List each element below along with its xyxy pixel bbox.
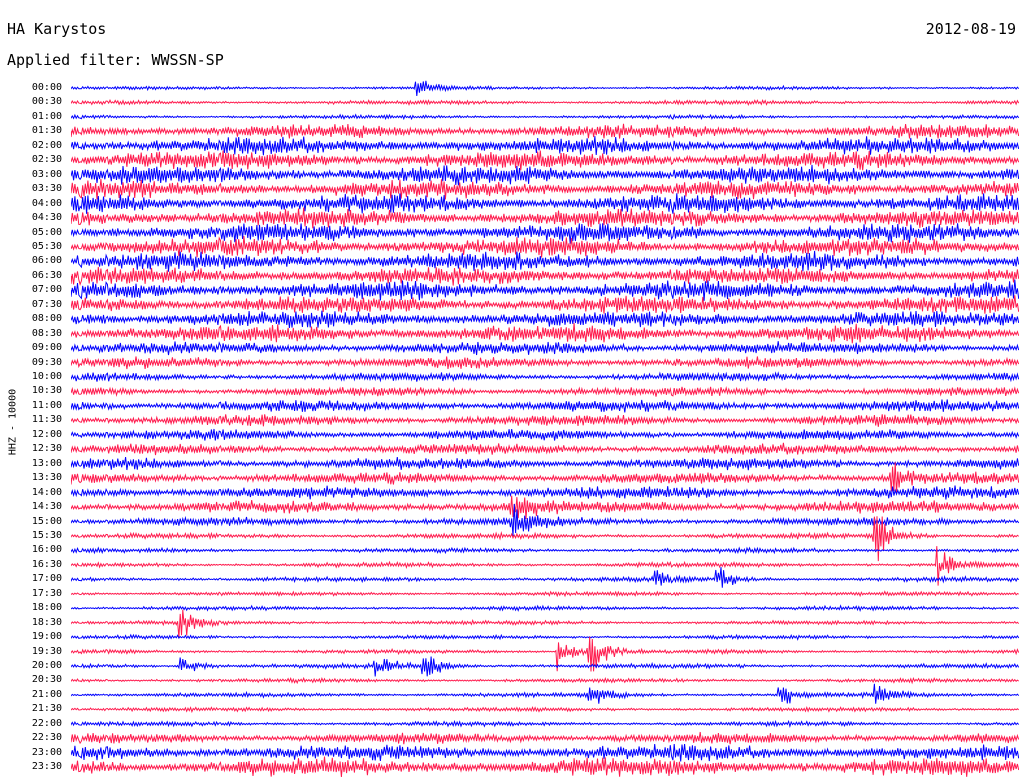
trace-1330 [71, 462, 1019, 494]
trace-0030 [71, 98, 1019, 107]
trace-1300 [71, 457, 1019, 471]
time-label: 00:00 [31, 82, 62, 93]
time-label: 20:00 [31, 660, 62, 671]
trace-0630 [71, 266, 1019, 286]
trace-0900 [71, 341, 1019, 356]
time-label: 17:00 [31, 573, 62, 585]
time-label: 21:30 [31, 703, 62, 715]
time-label: 07:30 [31, 298, 62, 310]
trace-1700 [71, 567, 1019, 588]
time-label: 23:00 [31, 746, 62, 758]
trace-0700 [71, 279, 1019, 301]
trace-0430 [71, 207, 1019, 229]
time-label: 21:00 [31, 688, 62, 700]
time-label: 18:30 [31, 616, 62, 628]
trace-1230 [71, 442, 1019, 456]
trace-1800 [71, 604, 1019, 612]
time-label: 09:30 [31, 356, 62, 368]
time-label: 16:30 [31, 558, 62, 570]
time-label: 05:00 [31, 226, 62, 238]
trace-1400 [71, 485, 1019, 500]
trace-1030 [71, 386, 1019, 397]
trace-1130 [71, 414, 1019, 427]
trace-0100 [71, 113, 1019, 121]
time-label: 03:00 [31, 168, 62, 180]
time-label: 13:00 [31, 457, 62, 469]
time-label: 22:30 [31, 732, 62, 744]
time-label: 00:30 [31, 96, 62, 108]
time-label: 12:00 [31, 428, 62, 440]
trace-1900 [71, 633, 1019, 641]
time-label: 10:30 [31, 385, 62, 397]
time-label: 18:00 [31, 602, 62, 614]
trace-0530 [71, 235, 1019, 258]
time-label: 17:30 [31, 587, 62, 599]
time-label: 19:30 [31, 645, 62, 657]
date-label: 2012-08-19 [925, 20, 1016, 38]
trace-0800 [71, 310, 1019, 328]
trace-2230 [71, 731, 1019, 745]
time-label: 10:00 [31, 371, 62, 382]
trace-2130 [71, 705, 1019, 714]
time-label: 14:00 [31, 486, 62, 498]
trace-0200 [71, 136, 1019, 156]
trace-2000 [71, 656, 1019, 677]
time-label: 14:30 [31, 501, 62, 513]
trace-1600 [71, 546, 1019, 555]
trace-0300 [71, 164, 1019, 186]
trace-0130 [71, 123, 1019, 139]
time-label: 04:00 [31, 197, 62, 209]
time-label: 22:00 [31, 717, 62, 729]
trace-0000 [71, 80, 1019, 96]
trace-1200 [71, 428, 1019, 441]
time-label: 16:00 [31, 544, 62, 556]
time-label: 08:30 [31, 327, 62, 339]
helicorder-plot [71, 80, 1019, 777]
time-label: 13:30 [31, 472, 62, 484]
time-labels: 00:00 00:30 01:00 01:30 02:00 02:30 03:00 03:30… [0, 0, 68, 780]
time-label: 15:30 [31, 529, 62, 541]
time-label: 07:00 [31, 284, 62, 296]
time-label: 03:30 [31, 183, 62, 195]
time-label: 23:30 [31, 761, 62, 773]
trace-1730 [71, 590, 1019, 598]
time-label: 15:00 [31, 515, 62, 527]
time-label: 19:00 [31, 631, 62, 643]
trace-1100 [71, 399, 1019, 413]
trace-0830 [71, 323, 1019, 344]
time-label: 02:00 [31, 139, 62, 151]
time-label: 11:00 [31, 399, 62, 411]
trace-2030 [71, 676, 1019, 685]
time-label: 01:30 [31, 125, 62, 137]
time-label: 20:30 [31, 674, 62, 686]
trace-0930 [71, 356, 1019, 370]
time-label: 01:00 [31, 110, 62, 122]
time-label: 04:30 [31, 212, 62, 224]
trace-2200 [71, 719, 1019, 728]
time-label: 09:00 [31, 342, 62, 354]
time-label: 11:30 [31, 414, 62, 426]
time-label: 06:30 [31, 269, 62, 281]
time-label: 06:00 [31, 255, 62, 267]
time-label: 08:00 [31, 313, 62, 325]
time-label: 05:30 [31, 240, 62, 252]
trace-0400 [71, 193, 1019, 214]
trace-0730 [71, 295, 1019, 314]
trace-2330 [71, 756, 1019, 777]
trace-1000 [71, 371, 1019, 383]
trace-1830 [71, 609, 1019, 639]
trace-2100 [71, 683, 1019, 704]
time-label: 02:30 [31, 154, 62, 166]
trace-2300 [71, 744, 1019, 762]
trace-0600 [71, 250, 1019, 272]
time-label: 12:30 [31, 443, 62, 455]
trace-0330 [71, 179, 1019, 200]
trace-0230 [71, 150, 1019, 171]
trace-1430 [71, 495, 1019, 520]
